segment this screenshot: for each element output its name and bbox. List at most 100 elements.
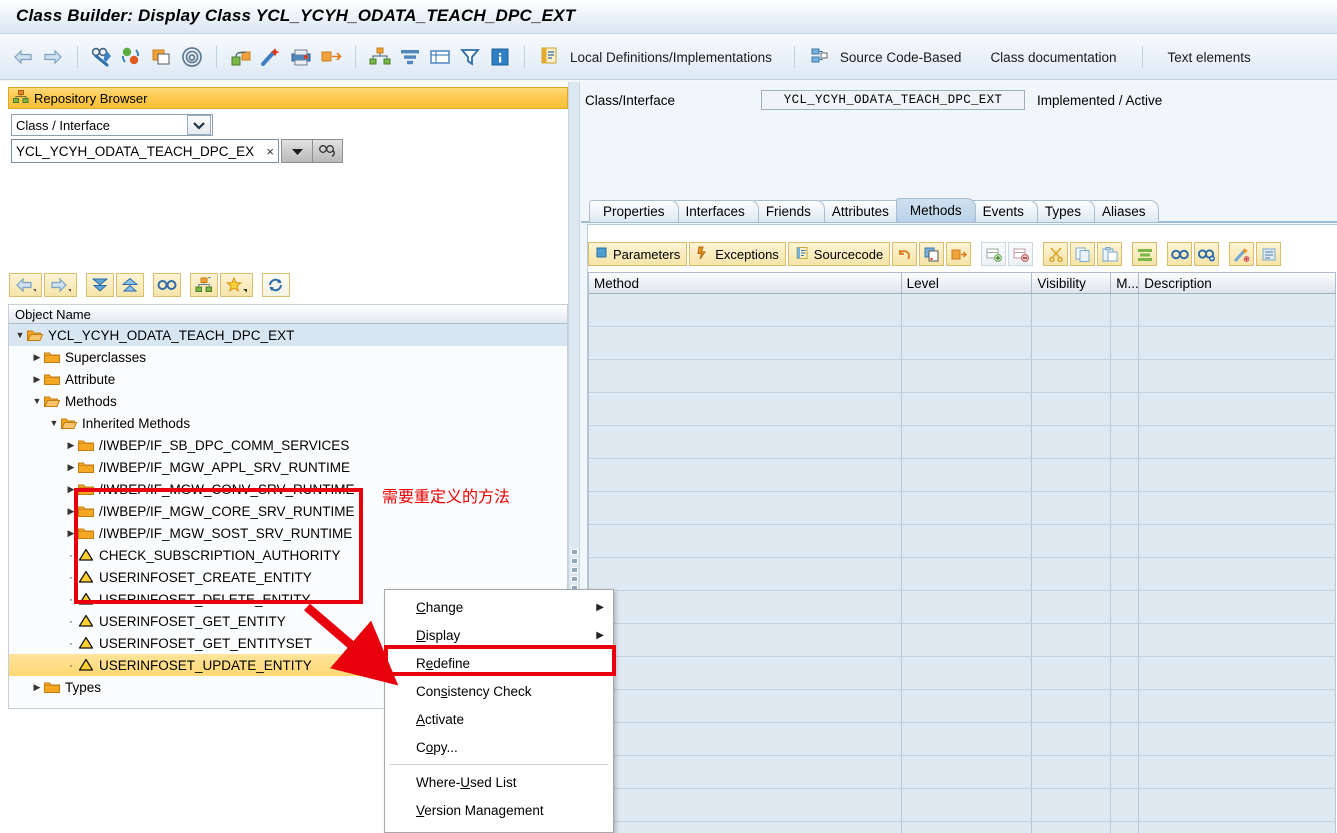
tree-node[interactable]: ▶/IWBEP/IF_SB_DPC_COMM_SERVICES bbox=[9, 434, 567, 456]
copy-object-icon[interactable] bbox=[149, 44, 175, 70]
column-header[interactable]: Description bbox=[1139, 273, 1336, 293]
table-cell[interactable] bbox=[902, 294, 1033, 326]
table-cell[interactable] bbox=[1139, 690, 1336, 722]
table-row[interactable] bbox=[589, 360, 1336, 393]
menu-item-copy[interactable]: Copy... bbox=[385, 733, 613, 761]
table-cell[interactable] bbox=[1032, 756, 1111, 788]
table-cell[interactable] bbox=[1111, 327, 1139, 359]
table-cell[interactable] bbox=[1139, 525, 1336, 557]
sort-icon[interactable] bbox=[397, 44, 423, 70]
table-cell[interactable] bbox=[1111, 591, 1139, 623]
expand-icon[interactable] bbox=[946, 242, 971, 266]
table-cell[interactable] bbox=[589, 789, 902, 821]
pattern-icon[interactable] bbox=[179, 44, 205, 70]
methods-grid[interactable]: MethodLevelVisibilityM...Description bbox=[588, 272, 1336, 833]
table-cell[interactable] bbox=[902, 558, 1033, 590]
object-search-help-button[interactable] bbox=[313, 139, 343, 163]
class-builder-icon[interactable] bbox=[228, 44, 254, 70]
table-cell[interactable] bbox=[589, 657, 902, 689]
table-cell[interactable] bbox=[589, 492, 902, 524]
table-cell[interactable] bbox=[902, 723, 1033, 755]
table-cell[interactable] bbox=[902, 492, 1033, 524]
table-cell[interactable] bbox=[1139, 459, 1336, 491]
table-cell[interactable] bbox=[589, 558, 902, 590]
menu-item-version-management[interactable]: Version Management bbox=[385, 796, 613, 824]
tree-node[interactable]: ▶Superclasses bbox=[9, 346, 567, 368]
table-cell[interactable] bbox=[1139, 756, 1336, 788]
table-row[interactable] bbox=[589, 459, 1336, 492]
table-cell[interactable] bbox=[1139, 327, 1336, 359]
table-row[interactable] bbox=[589, 690, 1336, 723]
tree-node[interactable]: ·USERINFOSET_CREATE_ENTITY bbox=[9, 566, 567, 588]
table-cell[interactable] bbox=[589, 327, 902, 359]
chevron-right-icon[interactable]: ▶ bbox=[30, 682, 44, 693]
table-row[interactable] bbox=[589, 756, 1336, 789]
parameters-button[interactable]: Parameters bbox=[588, 242, 687, 266]
copy-layout-icon[interactable] bbox=[919, 242, 944, 266]
tree-node[interactable]: ▶Attribute bbox=[9, 368, 567, 390]
table-cell[interactable] bbox=[902, 327, 1033, 359]
text-elements-button[interactable]: Text elements bbox=[1154, 50, 1265, 65]
table-row[interactable] bbox=[589, 393, 1336, 426]
sort-icon[interactable] bbox=[1132, 242, 1157, 266]
sourcecode-button[interactable]: Sourcecode bbox=[788, 242, 890, 266]
refresh-button[interactable] bbox=[262, 273, 290, 297]
table-cell[interactable] bbox=[589, 294, 902, 326]
tree-node[interactable]: ·CHECK_SUBSCRIPTION_AUTHORITY bbox=[9, 544, 567, 566]
favorites-button[interactable] bbox=[220, 273, 253, 297]
table-cell[interactable] bbox=[589, 525, 902, 557]
nav-forward-button[interactable] bbox=[44, 273, 77, 297]
hierarchy-icon[interactable] bbox=[367, 44, 393, 70]
chevron-right-icon[interactable]: ▶ bbox=[64, 462, 78, 473]
wand-icon[interactable] bbox=[1229, 242, 1254, 266]
table-cell[interactable] bbox=[1139, 591, 1336, 623]
wand-icon[interactable] bbox=[258, 44, 284, 70]
chevron-down-icon[interactable]: ▼ bbox=[30, 396, 44, 406]
table-cell[interactable] bbox=[589, 591, 902, 623]
exceptions-button[interactable]: Exceptions bbox=[689, 242, 786, 266]
menu-item-consistency-check[interactable]: Consistency Check bbox=[385, 677, 613, 705]
table-cell[interactable] bbox=[1032, 294, 1111, 326]
table-cell[interactable] bbox=[902, 657, 1033, 689]
table-row[interactable] bbox=[589, 591, 1336, 624]
tab-types[interactable]: Types bbox=[1031, 200, 1095, 222]
table-cell[interactable] bbox=[1032, 459, 1111, 491]
table-cell[interactable] bbox=[1032, 624, 1111, 656]
context-menu[interactable]: Change▶Display▶RedefineConsistency Check… bbox=[384, 589, 614, 833]
find-next-icon[interactable] bbox=[1194, 242, 1219, 266]
nav-back-button[interactable] bbox=[9, 273, 42, 297]
table-row[interactable] bbox=[589, 723, 1336, 756]
table-row[interactable] bbox=[589, 789, 1336, 822]
menu-item-activate[interactable]: Activate bbox=[385, 705, 613, 733]
undo-icon[interactable] bbox=[892, 242, 917, 266]
table-cell[interactable] bbox=[589, 723, 902, 755]
table-cell[interactable] bbox=[1111, 492, 1139, 524]
class-interface-value[interactable]: YCL_YCYH_ODATA_TEACH_DPC_EXT bbox=[761, 90, 1025, 110]
table-cell[interactable] bbox=[1032, 426, 1111, 458]
delete-row-icon[interactable] bbox=[1008, 242, 1033, 266]
local-definitions-button[interactable]: Local Definitions/Implementations bbox=[536, 44, 783, 70]
table-cell[interactable] bbox=[1111, 294, 1139, 326]
check-icon[interactable] bbox=[119, 44, 145, 70]
chevron-down-icon[interactable] bbox=[187, 115, 211, 135]
table-cell[interactable] bbox=[1032, 723, 1111, 755]
table-cell[interactable] bbox=[1032, 327, 1111, 359]
chevron-right-icon[interactable]: ▶ bbox=[64, 484, 78, 495]
tree-node[interactable]: ▶/IWBEP/IF_MGW_SOST_SRV_RUNTIME bbox=[9, 522, 567, 544]
table-row[interactable] bbox=[589, 426, 1336, 459]
table-cell[interactable] bbox=[1111, 822, 1139, 833]
tab-properties[interactable]: Properties bbox=[589, 200, 679, 222]
tab-interfaces[interactable]: Interfaces bbox=[672, 200, 759, 222]
tab-attributes[interactable]: Attributes bbox=[818, 200, 903, 222]
find-icon[interactable] bbox=[1167, 242, 1192, 266]
table-cell[interactable] bbox=[589, 393, 902, 425]
chevron-right-icon[interactable]: ▶ bbox=[30, 352, 44, 363]
chevron-right-icon[interactable]: ▶ bbox=[64, 528, 78, 539]
object-type-select[interactable]: Class / Interface bbox=[11, 114, 213, 136]
list-icon[interactable] bbox=[427, 44, 453, 70]
column-header[interactable]: Visibility bbox=[1032, 273, 1111, 293]
column-header[interactable]: Method bbox=[589, 273, 902, 293]
info-icon[interactable] bbox=[487, 44, 513, 70]
table-cell[interactable] bbox=[1139, 657, 1336, 689]
table-cell[interactable] bbox=[1111, 723, 1139, 755]
